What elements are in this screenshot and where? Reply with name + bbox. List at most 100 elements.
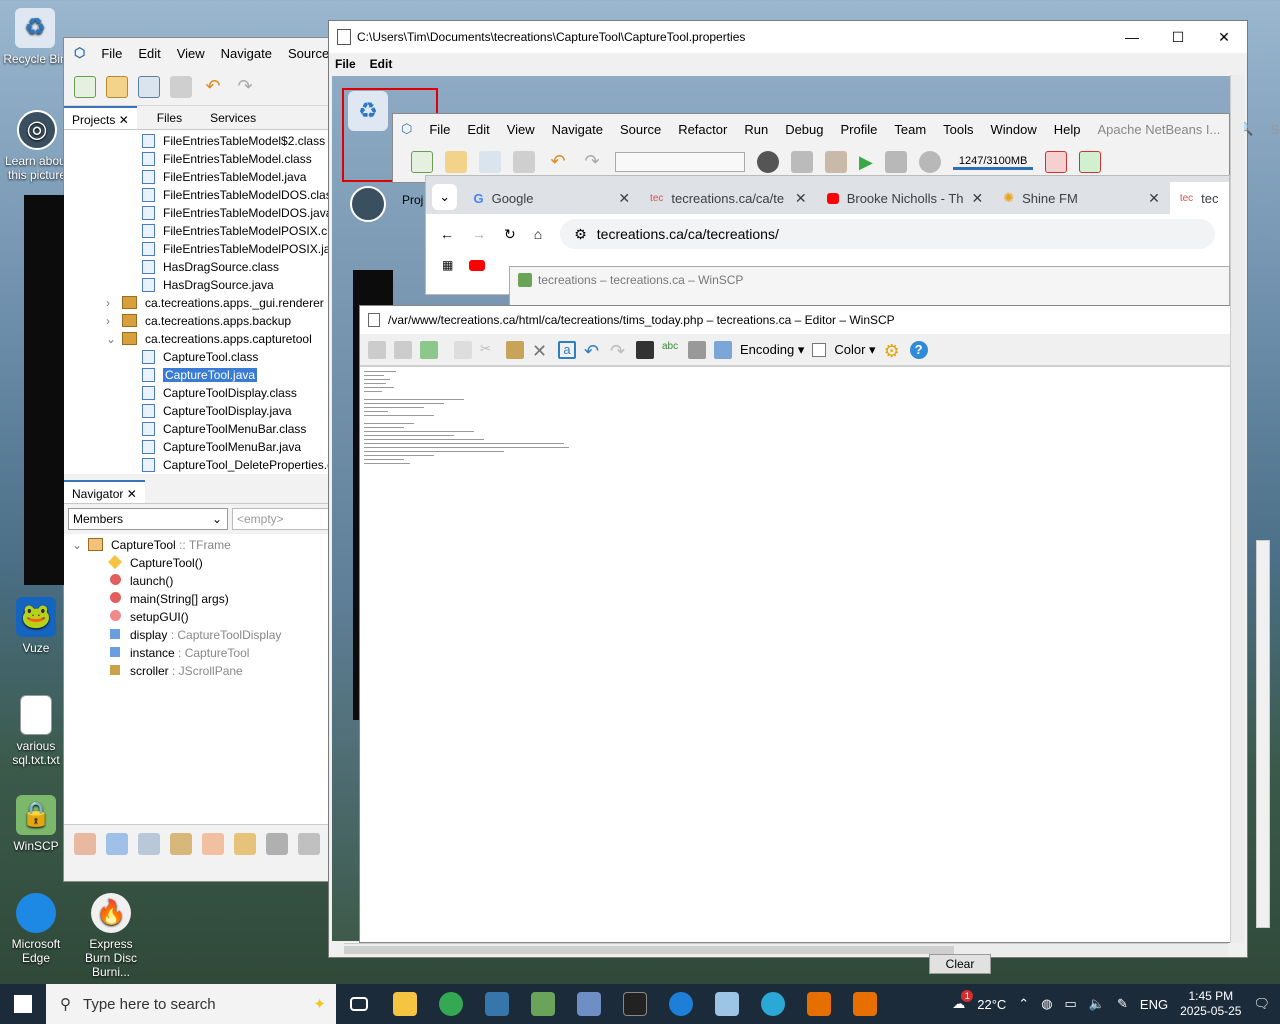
- tree-item[interactable]: FileEntriesTableModel$2.class: [64, 132, 334, 150]
- preferences-gear-icon[interactable]: ⚙: [884, 341, 902, 361]
- tree-package[interactable]: › ca.tecreations.apps._gui.renderer: [64, 294, 334, 312]
- collapse-arrow-icon[interactable]: ⌄: [106, 330, 122, 348]
- menu-edit[interactable]: Edit: [467, 122, 489, 137]
- close-project-icon[interactable]: [513, 151, 535, 173]
- undo-icon[interactable]: ↶: [202, 76, 224, 98]
- clean-build-icon[interactable]: [825, 151, 847, 173]
- tab-navigator[interactable]: Navigator ✕: [64, 480, 145, 503]
- vertical-scrollbar[interactable]: [1230, 75, 1244, 943]
- navigator-class-node[interactable]: ⌄ CaptureTool :: TFrame: [64, 536, 334, 554]
- save-icon[interactable]: [368, 340, 386, 359]
- paste-icon[interactable]: [506, 340, 524, 359]
- undo-icon[interactable]: ↶: [584, 341, 602, 361]
- new-file-icon[interactable]: [411, 151, 433, 173]
- menu-team[interactable]: Team: [894, 122, 926, 137]
- filter-input[interactable]: <empty>: [232, 508, 330, 530]
- menu-source[interactable]: Source: [288, 46, 329, 61]
- volume-icon[interactable]: 🔈: [1089, 996, 1105, 1012]
- close-tab-icon[interactable]: ✕: [1148, 190, 1160, 207]
- notifications-icon[interactable]: 🗨: [1253, 996, 1270, 1012]
- menu-source[interactable]: Source: [620, 122, 661, 137]
- copy-icon[interactable]: [454, 340, 472, 359]
- site-info-icon[interactable]: ⚙: [574, 226, 587, 243]
- tree-item[interactable]: HasDragSource.class: [64, 258, 334, 276]
- tree-item[interactable]: CaptureToolDisplay.class: [64, 384, 334, 402]
- gc-icon[interactable]: [1045, 151, 1068, 173]
- inner-classes-icon[interactable]: [202, 832, 224, 855]
- encoding-dropdown[interactable]: Encoding ▾: [740, 342, 804, 358]
- non-public-filter-icon[interactable]: [170, 832, 192, 855]
- collapse-arrow-icon[interactable]: ⌄: [72, 536, 88, 554]
- menu-view[interactable]: View: [507, 122, 535, 137]
- code-editor[interactable]: [360, 366, 1233, 942]
- forward-icon[interactable]: →: [472, 226, 486, 242]
- tree-item[interactable]: CaptureToolDisplay.java: [64, 402, 334, 420]
- undo-icon[interactable]: ↶: [547, 151, 569, 173]
- navigator-member[interactable]: setupGUI(): [64, 608, 334, 626]
- close-tab-icon[interactable]: ✕: [795, 190, 807, 207]
- static-filter-icon[interactable]: [138, 832, 160, 855]
- tree-item[interactable]: HasDragSource.java: [64, 276, 334, 294]
- chrome-tab-tecreations[interactable]: tec tecreations.ca/ca/te ✕: [640, 182, 817, 214]
- replace-icon[interactable]: abc: [662, 341, 680, 359]
- express-burn-desktop-icon[interactable]: 🔥 Express Burn Disc Burni...: [76, 893, 146, 979]
- taskbar-java-1[interactable]: [796, 984, 842, 1024]
- fields-filter-icon[interactable]: [106, 832, 128, 855]
- new-project-icon[interactable]: [445, 151, 467, 173]
- taskbar-java-2[interactable]: [842, 984, 888, 1024]
- menu-file[interactable]: File: [335, 57, 356, 71]
- winscp-desktop-icon[interactable]: 🔒 WinSCP: [1, 795, 71, 853]
- outer-vertical-scrollbar[interactable]: [1256, 540, 1270, 928]
- tree-item[interactable]: FileEntriesTableModelPOSIX.java: [64, 240, 334, 258]
- tree-item[interactable]: CaptureToolMenuBar.java: [64, 438, 334, 456]
- tree-item[interactable]: FileEntriesTableModelPOSIX.class: [64, 222, 334, 240]
- delete-icon[interactable]: ✕: [532, 341, 550, 361]
- reload-icon[interactable]: ↻: [504, 226, 516, 243]
- weather-icon[interactable]: ☁ 1: [952, 990, 974, 1012]
- taskbar-python[interactable]: [474, 984, 520, 1024]
- menu-profile[interactable]: Profile: [841, 122, 878, 137]
- pen-icon[interactable]: ✎: [1117, 996, 1128, 1012]
- scrollbar-thumb[interactable]: [344, 946, 954, 954]
- tree-package[interactable]: › ca.tecreations.apps.backup: [64, 312, 334, 330]
- search-field[interactable]: Search: [1271, 122, 1280, 137]
- taskbar-search[interactable]: ⚲ Type here to search ✦: [46, 984, 336, 1024]
- tree-item[interactable]: FileEntriesTableModel.java: [64, 168, 334, 186]
- chrome-tab-google[interactable]: G Google ✕: [463, 182, 640, 214]
- menu-file[interactable]: File: [429, 122, 450, 137]
- home-icon[interactable]: ⌂: [534, 226, 542, 242]
- various-sql-desktop-icon[interactable]: various sql.txt.txt: [1, 695, 71, 767]
- youtube-bookmark-icon[interactable]: [469, 259, 486, 271]
- menu-edit[interactable]: Edit: [370, 57, 393, 71]
- menu-help[interactable]: Help: [1054, 122, 1081, 137]
- redo-icon[interactable]: ↷: [610, 341, 628, 361]
- navigator-member[interactable]: launch(): [64, 572, 334, 590]
- start-button[interactable]: [0, 984, 46, 1024]
- cut-icon[interactable]: ✂: [480, 341, 498, 359]
- menu-view[interactable]: View: [177, 46, 205, 61]
- network-icon[interactable]: ▭: [1065, 996, 1077, 1012]
- members-select[interactable]: Members ⌄: [68, 508, 228, 530]
- task-view-button[interactable]: [336, 984, 382, 1024]
- select-all-icon[interactable]: a: [558, 340, 576, 359]
- color-checkbox[interactable]: [812, 342, 827, 357]
- recycle-bin-desktop-icon[interactable]: ♻ Recycle Bin: [0, 8, 70, 66]
- taskbar-notepad[interactable]: [704, 984, 750, 1024]
- vuze-desktop-icon[interactable]: 🐸 Vuze: [1, 597, 71, 655]
- tree-item[interactable]: CaptureTool_DeleteProperties.c: [64, 456, 334, 474]
- build-hammer-icon[interactable]: [791, 151, 813, 173]
- taskbar-explorer[interactable]: [382, 984, 428, 1024]
- close-tab-icon[interactable]: ✕: [618, 190, 630, 207]
- redo-icon[interactable]: ↷: [581, 151, 603, 173]
- learn-about-picture-desktop-icon[interactable]: ◎ Learn about this picture: [2, 110, 72, 182]
- taskbar-netbeans[interactable]: [566, 984, 612, 1024]
- menu-debug[interactable]: Debug: [785, 122, 823, 137]
- sort-by-source-icon[interactable]: [234, 832, 256, 855]
- edge-desktop-icon[interactable]: Microsoft Edge: [1, 893, 71, 965]
- maximize-icon[interactable]: ☐: [1155, 29, 1201, 46]
- tab-projects[interactable]: Projects ✕: [64, 106, 137, 129]
- profile-icon[interactable]: [918, 151, 941, 173]
- expand-arrow-icon[interactable]: ›: [106, 312, 122, 330]
- back-icon[interactable]: ←: [440, 226, 454, 242]
- sort-by-name-icon[interactable]: [266, 832, 288, 855]
